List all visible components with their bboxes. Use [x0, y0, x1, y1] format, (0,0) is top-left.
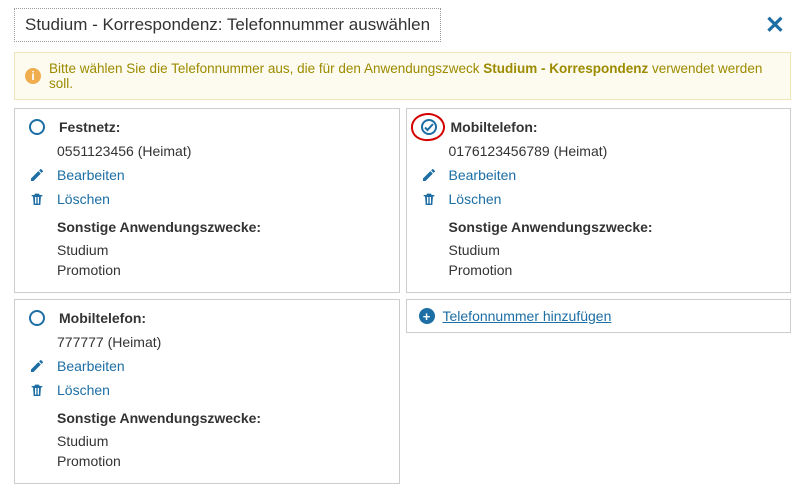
- delete-link[interactable]: Löschen: [449, 191, 502, 207]
- delete-link[interactable]: Löschen: [57, 191, 110, 207]
- edit-link[interactable]: Bearbeiten: [57, 358, 125, 374]
- edit-icon[interactable]: [27, 167, 47, 183]
- add-phone-link[interactable]: Telefonnummer hinzufügen: [443, 308, 612, 324]
- plus-icon[interactable]: +: [419, 308, 435, 324]
- phone-card-festnetz: Festnetz: 0551123456 (Heimat) Bearbeiten…: [14, 108, 400, 293]
- add-phone-card: + Telefonnummer hinzufügen: [406, 299, 792, 333]
- info-icon: i: [25, 68, 41, 84]
- radio-unselected-icon[interactable]: [27, 119, 47, 135]
- delete-icon[interactable]: [27, 382, 47, 398]
- phone-type-label: Mobiltelefon:: [451, 119, 538, 135]
- use-item: Promotion: [57, 452, 387, 472]
- phone-type-label: Festnetz:: [59, 119, 120, 135]
- delete-link[interactable]: Löschen: [57, 382, 110, 398]
- phone-card-mobil-selected: Mobiltelefon: 0176123456789 (Heimat) Bea…: [406, 108, 792, 293]
- use-item: Studium: [449, 241, 779, 261]
- other-uses-heading: Sonstige Anwendungszwecke:: [57, 410, 387, 426]
- info-text: Bitte wählen Sie die Telefonnummer aus, …: [49, 61, 780, 91]
- radio-selected-icon[interactable]: [419, 119, 439, 135]
- use-item: Promotion: [449, 261, 779, 281]
- close-icon[interactable]: ✕: [759, 11, 791, 40]
- info-banner: i Bitte wählen Sie die Telefonnummer aus…: [14, 52, 791, 100]
- delete-icon[interactable]: [419, 191, 439, 207]
- use-item: Studium: [57, 432, 387, 452]
- edit-icon[interactable]: [27, 358, 47, 374]
- dialog-title: Studium - Korrespondenz: Telefonnummer a…: [14, 8, 441, 42]
- radio-unselected-icon[interactable]: [27, 310, 47, 326]
- phone-type-label: Mobiltelefon:: [59, 310, 146, 326]
- other-uses-heading: Sonstige Anwendungszwecke:: [57, 219, 387, 235]
- edit-link[interactable]: Bearbeiten: [449, 167, 517, 183]
- phone-card-mobil-2: Mobiltelefon: 777777 (Heimat) Bearbeiten…: [14, 299, 400, 484]
- edit-icon[interactable]: [419, 167, 439, 183]
- edit-link[interactable]: Bearbeiten: [57, 167, 125, 183]
- use-item: Studium: [57, 241, 387, 261]
- phone-number: 0176123456789 (Heimat): [449, 143, 608, 159]
- phone-number: 777777 (Heimat): [57, 334, 161, 350]
- phone-number: 0551123456 (Heimat): [57, 143, 191, 159]
- use-item: Promotion: [57, 261, 387, 281]
- other-uses-heading: Sonstige Anwendungszwecke:: [449, 219, 779, 235]
- delete-icon[interactable]: [27, 191, 47, 207]
